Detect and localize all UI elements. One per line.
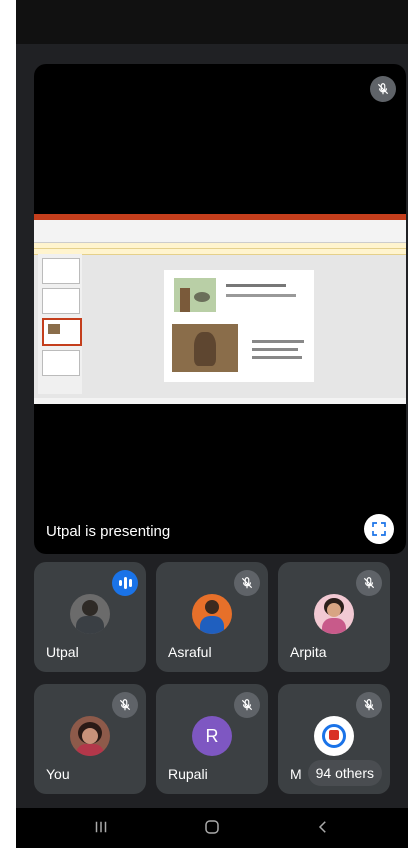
app-frame: Utpal is presenting Utpal Asraful Arpita…	[16, 0, 408, 848]
recent-apps-button[interactable]	[92, 818, 110, 841]
participant-tile[interactable]: Asraful	[156, 562, 268, 672]
back-icon	[318, 821, 326, 833]
participant-name: Utpal	[46, 644, 79, 660]
slide-image	[172, 324, 238, 372]
participant-name: Asraful	[168, 644, 212, 660]
home-button[interactable]	[203, 818, 221, 841]
mic-off-icon	[356, 570, 382, 596]
participant-tile-others[interactable]: M 94 others	[278, 684, 390, 794]
participant-tile[interactable]: R Rupali	[156, 684, 268, 794]
home-icon	[205, 820, 219, 834]
navigation-bar	[16, 808, 408, 848]
mic-off-icon	[234, 570, 260, 596]
presenter-label: Utpal is presenting	[46, 523, 171, 540]
avatar	[192, 594, 232, 634]
participant-name: Rupali	[168, 766, 208, 782]
slide-text-line	[252, 356, 302, 359]
slide-thumbnail	[42, 258, 80, 284]
shared-screen	[34, 214, 406, 404]
slide-text-line	[252, 348, 298, 351]
avatar	[70, 594, 110, 634]
avatar	[314, 716, 354, 756]
mic-off-icon	[370, 76, 396, 102]
avatar	[70, 716, 110, 756]
mic-off-icon	[356, 692, 382, 718]
mic-off-icon	[112, 692, 138, 718]
slide-text-line	[252, 340, 304, 343]
slide-thumbnail	[42, 350, 80, 376]
participant-tile[interactable]: Utpal	[34, 562, 146, 672]
participant-name: You	[46, 766, 70, 782]
slide-image	[174, 278, 216, 312]
avatar	[314, 594, 354, 634]
fullscreen-icon	[372, 522, 386, 536]
speaking-indicator-icon	[112, 570, 138, 596]
participant-name: Arpita	[290, 644, 327, 660]
mic-off-icon	[234, 692, 260, 718]
slide-thumbnails	[38, 254, 82, 394]
slide-text-line	[226, 294, 296, 297]
status-bar	[16, 0, 408, 44]
participant-name: M	[290, 766, 302, 782]
fullscreen-button[interactable]	[364, 514, 394, 544]
avatar-initial: R	[192, 716, 232, 756]
ppt-infobar-2	[34, 249, 406, 255]
presentation-tile[interactable]: Utpal is presenting	[34, 64, 406, 554]
recent-apps-icon	[95, 821, 107, 833]
avatar-initial-letter: R	[205, 725, 219, 746]
slide-thumbnail	[42, 288, 80, 314]
slide-canvas	[164, 270, 314, 382]
ppt-ribbon	[34, 220, 406, 243]
others-count-chip[interactable]: 94 others	[307, 760, 382, 786]
participant-tile-self[interactable]: You	[34, 684, 146, 794]
participant-tile[interactable]: Arpita	[278, 562, 390, 672]
back-button[interactable]	[314, 818, 332, 841]
slide-thumbnail	[42, 318, 82, 346]
slide-text-line	[226, 284, 286, 287]
ppt-statusbar	[34, 398, 406, 404]
